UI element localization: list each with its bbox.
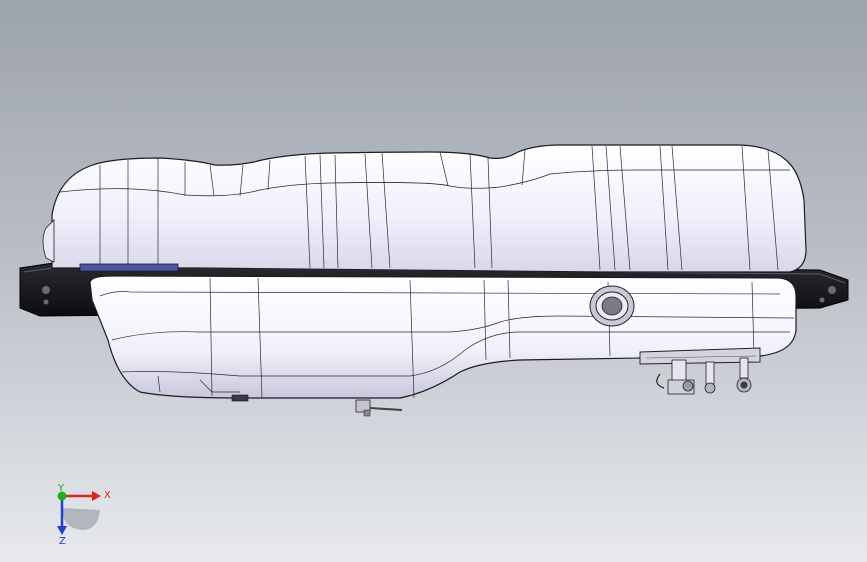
fuel-tank-3d-model[interactable] — [0, 0, 867, 562]
filler-port — [589, 285, 635, 327]
bolt-hole-right — [828, 286, 836, 294]
cad-viewport[interactable]: X Y Z — [0, 0, 867, 562]
axis-triad[interactable]: X Y Z — [40, 480, 120, 546]
blue-strap-clip — [79, 263, 179, 272]
bolt-hole-left — [42, 286, 50, 294]
tank-upper-shell — [42, 144, 807, 273]
z-axis-label: Z — [59, 536, 66, 546]
drain-fitting — [355, 399, 403, 417]
x-axis-label: X — [104, 490, 111, 501]
x-axis-arrow — [62, 491, 101, 501]
y-axis-label: Y — [57, 483, 65, 494]
fuel-pump-module — [639, 347, 761, 395]
triad-shadow — [62, 508, 100, 530]
